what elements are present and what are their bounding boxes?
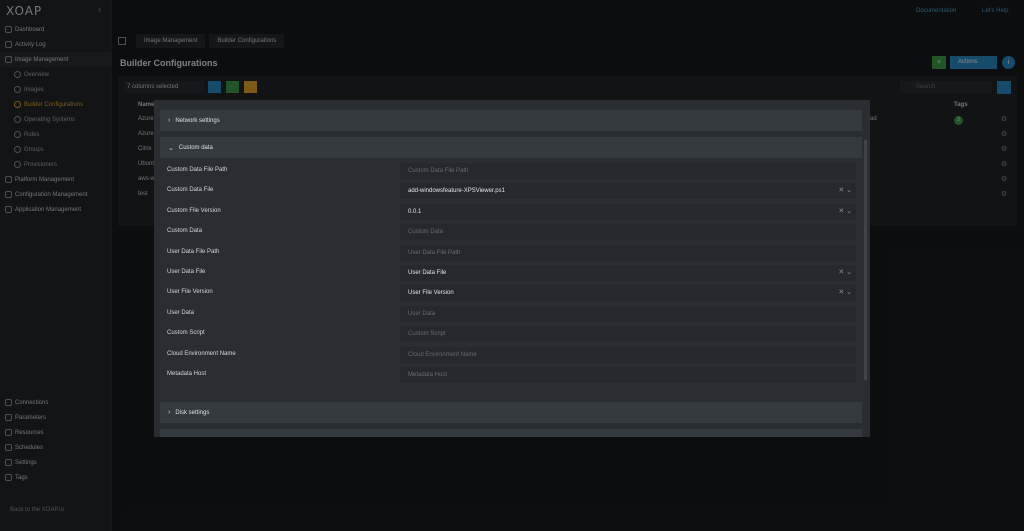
section-disk-settings[interactable]: › Disk settings <box>160 402 862 423</box>
form-row: User Data User Data <box>160 304 862 324</box>
clear-dropdown-icon[interactable]: ✕ ⌄ <box>838 204 852 220</box>
section-title: Disk settings <box>175 409 210 416</box>
field-label: Custom Script <box>167 330 205 337</box>
chevron-right-icon: › <box>168 117 171 124</box>
chevron-right-icon: › <box>168 409 171 416</box>
field-input[interactable]: Custom Script <box>400 326 856 343</box>
field-value: User Data File <box>408 270 447 276</box>
form-row: Custom Data File add-windowsfeature-XPSVi… <box>160 181 862 201</box>
field-input[interactable]: User Data <box>400 305 856 322</box>
field-placeholder: User Data <box>408 310 436 317</box>
field-label: Custom Data <box>167 228 203 235</box>
modal-scrollbar[interactable] <box>864 140 867 380</box>
field-input[interactable]: Metadata Host <box>400 367 856 383</box>
field-label: Custom Data File Path <box>167 167 228 173</box>
section-network-settings[interactable]: › Network settings <box>160 110 862 131</box>
field-input[interactable]: 0.0.1 ✕ ⌄ <box>400 203 856 220</box>
field-input[interactable]: Cloud Environment Name <box>400 346 856 363</box>
field-label: User Data File <box>167 269 206 275</box>
field-placeholder: Custom Script <box>408 331 446 338</box>
field-label: User Data <box>167 309 195 316</box>
field-placeholder: Custom Data File Path <box>408 168 469 174</box>
form-row: Custom Data File Path Custom Data File Pa… <box>160 161 862 181</box>
field-label: Metadata Host <box>167 371 207 377</box>
field-input[interactable]: Custom Data <box>400 224 856 241</box>
form-row: Metadata Host Metadata Host <box>160 365 862 385</box>
form-row: User Data File User Data File ✕ ⌄ <box>160 263 862 283</box>
section-title: Network settings <box>175 117 220 124</box>
field-label: Custom Data File <box>167 187 214 194</box>
form-row: User File Version User File Version ✕ ⌄ <box>160 283 862 303</box>
field-input[interactable]: add-windowsfeature-XPSViewer.ps1 ✕ ⌄ <box>400 183 856 200</box>
field-input[interactable]: User Data File Path <box>400 244 856 261</box>
section-next[interactable] <box>160 429 862 437</box>
form-row: Custom File Version 0.0.1 ✕ ⌄ <box>160 202 862 222</box>
field-label: Cloud Environment Name <box>167 350 236 357</box>
field-value: add-windowsfeature-XPSViewer.ps1 <box>408 188 505 195</box>
section-custom-data[interactable]: ⌄ Custom data <box>160 137 862 158</box>
form-row: Custom Data Custom Data <box>160 222 862 242</box>
field-input[interactable]: User Data File ✕ ⌄ <box>400 265 856 281</box>
field-placeholder: Metadata Host <box>408 372 448 378</box>
field-input[interactable]: Custom Data File Path <box>400 163 856 179</box>
field-value: User File Version <box>408 290 454 297</box>
field-placeholder: User Data File Path <box>408 249 461 256</box>
field-placeholder: Cloud Environment Name <box>408 351 477 358</box>
builder-config-modal: › Network settings ⌄ Custom data Custom … <box>154 100 870 437</box>
field-input[interactable]: User File Version ✕ ⌄ <box>400 285 856 302</box>
section-title: Custom data <box>178 144 213 151</box>
chevron-down-icon: ⌄ <box>168 144 174 152</box>
field-label: Custom File Version <box>167 207 221 214</box>
field-placeholder: Custom Data <box>408 229 444 236</box>
form-row: Custom Script Custom Script <box>160 324 862 344</box>
form-row: User Data File Path User Data File Path <box>160 243 862 263</box>
field-value: 0.0.1 <box>408 208 422 215</box>
app-root: XOAP ‹ Dashboard Activity Log Image Manage… <box>0 0 1024 531</box>
clear-dropdown-icon[interactable]: ✕ ⌄ <box>838 285 852 301</box>
clear-dropdown-icon[interactable]: ✕ ⌄ <box>838 265 852 281</box>
field-label: User Data File Path <box>167 248 220 255</box>
field-label: User File Version <box>167 289 213 296</box>
form-row: Cloud Environment Name Cloud Environment … <box>160 345 862 365</box>
clear-dropdown-icon[interactable]: ✕ ⌄ <box>838 183 852 199</box>
